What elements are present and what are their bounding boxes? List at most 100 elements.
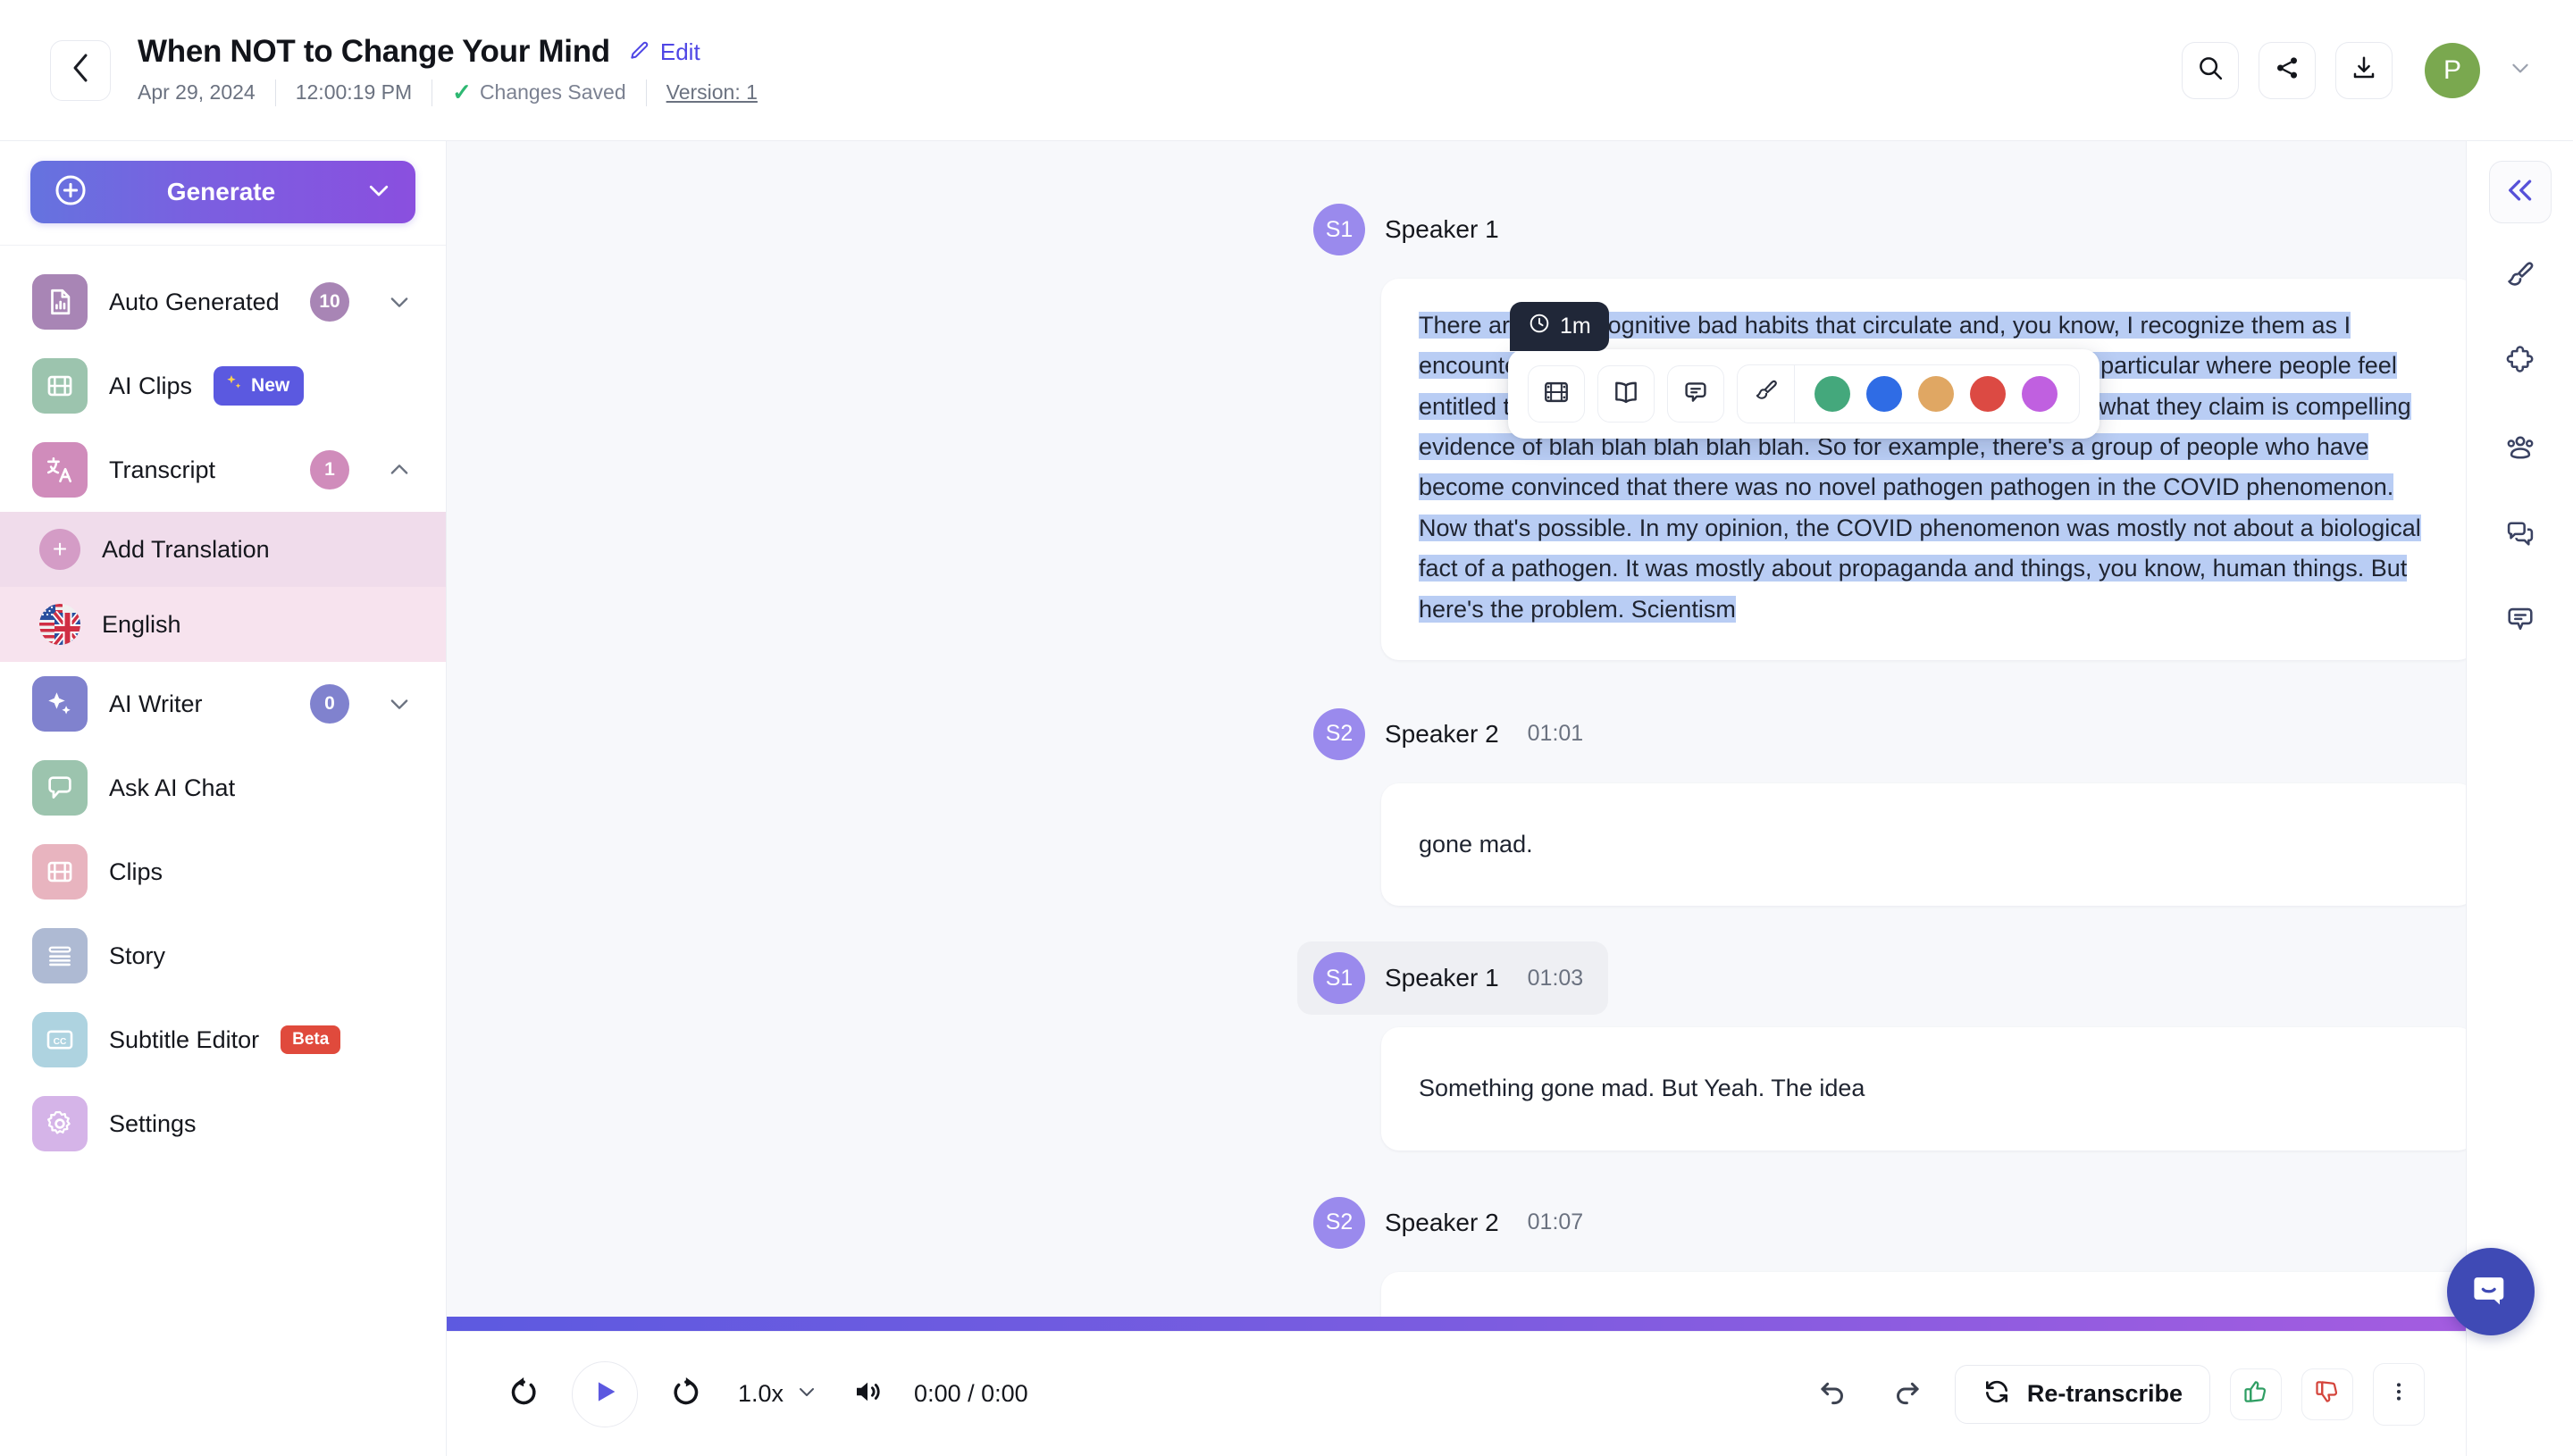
avatar[interactable]: P	[2425, 43, 2480, 98]
translate-icon	[32, 442, 88, 498]
sidebar-item-story[interactable]: Story	[0, 914, 446, 998]
gear-icon	[32, 1096, 88, 1151]
brush-button[interactable]	[1738, 365, 1795, 423]
pencil-icon	[628, 38, 651, 66]
sidebar-item-label: Transcript	[109, 456, 215, 484]
retranscribe-button[interactable]: Re-transcribe	[1955, 1365, 2210, 1424]
breadcrumb: Apr 29, 2024 12:00:19 PM ✓ Changes Saved…	[138, 79, 777, 106]
thumbs-down-button[interactable]	[2301, 1368, 2353, 1420]
brush-tool-button[interactable]	[2489, 247, 2552, 309]
integrations-button[interactable]	[2489, 332, 2552, 395]
speaker-row[interactable]: S1 Speaker 1 01:03	[1297, 941, 1608, 1015]
sidebar-item-label: Auto Generated	[109, 289, 280, 316]
sidebar-item-settings[interactable]: Settings	[0, 1082, 446, 1166]
new-badge-label: New	[251, 375, 289, 397]
comment-button[interactable]	[1667, 365, 1724, 423]
transcript-bubble[interactable]: Many things, perhaps. Many things. Many …	[1381, 1272, 2466, 1317]
sidebar-item-label: English	[102, 611, 181, 639]
volume-button[interactable]	[851, 1376, 884, 1412]
app-header: When NOT to Change Your Mind Edit Apr 29…	[0, 0, 2573, 141]
cc-icon: CC	[32, 1012, 88, 1067]
transcript-scroll[interactable]: S1 Speaker 1 There are some cognitive ba…	[447, 141, 2466, 1317]
sidebar-item-subtitle-editor[interactable]: CC Subtitle Editor Beta	[0, 998, 446, 1082]
transcript-bubble[interactable]: gone mad.	[1381, 783, 2466, 906]
chevron-down-icon[interactable]	[387, 691, 412, 716]
share-button[interactable]	[2259, 42, 2316, 99]
selection-toolbar: 1m	[1508, 302, 2099, 439]
refresh-icon	[1982, 1377, 2011, 1410]
sidebar-item-auto-generated[interactable]: Auto Generated 10	[0, 260, 446, 344]
playback-speed-select[interactable]: 1.0x	[738, 1380, 817, 1408]
download-button[interactable]	[2335, 42, 2393, 99]
transcript-turn: S2 Speaker 2 01:07 Many things, perhaps.…	[447, 1186, 2466, 1317]
highlight-purple[interactable]	[2022, 376, 2058, 412]
redo-button[interactable]	[1880, 1367, 1935, 1422]
clock-icon	[1528, 312, 1551, 341]
sidebar-item-ask-ai-chat[interactable]: Ask AI Chat	[0, 746, 446, 830]
dictionary-button[interactable]	[1597, 365, 1655, 423]
collapse-panel-button[interactable]	[2489, 161, 2552, 223]
version-link[interactable]: Version: 1	[647, 80, 777, 105]
speaker-timestamp: 01:03	[1528, 966, 1584, 992]
page-title: When NOT to Change Your Mind	[138, 34, 610, 70]
chats-button[interactable]	[2489, 504, 2552, 566]
undo-button[interactable]	[1805, 1367, 1860, 1422]
sidebar-nav: Auto Generated 10 AI Clips	[0, 246, 446, 1166]
edit-title-button[interactable]: Edit	[628, 38, 700, 66]
generate-button[interactable]: Generate	[30, 161, 415, 223]
highlight-blue[interactable]	[1866, 376, 1902, 412]
chats-icon	[2504, 517, 2536, 554]
chevron-down-icon	[365, 177, 392, 208]
rewind-button[interactable]	[497, 1367, 552, 1422]
progress-bar[interactable]	[447, 1317, 2466, 1331]
app-body: Generate Auto Generated 10	[0, 141, 2573, 1456]
chat-bubble-icon	[32, 760, 88, 816]
intercom-launcher[interactable]	[2447, 1248, 2535, 1335]
chevron-up-icon[interactable]	[387, 457, 412, 482]
speaker-name: Speaker 2	[1385, 720, 1499, 749]
intercom-chat-icon	[2468, 1267, 2514, 1318]
sidebar-item-label: Settings	[109, 1110, 197, 1138]
speaker-avatar: S2	[1313, 1197, 1365, 1249]
sidebar-item-transcript[interactable]: Transcript 1	[0, 428, 446, 512]
chevron-down-icon[interactable]	[387, 289, 412, 314]
sidebar-item-english[interactable]: English	[0, 587, 446, 662]
speaker-row[interactable]: S2 Speaker 2 01:01	[1297, 698, 1608, 771]
volume-icon	[851, 1376, 884, 1412]
film-icon	[32, 844, 88, 900]
flag-us-uk-icon	[39, 604, 80, 645]
comments-button[interactable]	[2489, 590, 2552, 652]
sparkle-icon	[223, 372, 245, 399]
highlight-red[interactable]	[1970, 376, 2006, 412]
speaker-avatar: S2	[1313, 708, 1365, 760]
badge-count: 10	[310, 282, 349, 322]
speaker-row[interactable]: S2 Speaker 2 01:07	[1297, 1186, 1608, 1259]
app-root: When NOT to Change Your Mind Edit Apr 29…	[0, 0, 2573, 1456]
sidebar: Generate Auto Generated 10	[0, 141, 447, 1456]
create-clip-button[interactable]	[1528, 365, 1585, 423]
sidebar-item-add-translation[interactable]: + Add Translation	[0, 512, 446, 587]
speakers-button[interactable]	[2489, 418, 2552, 481]
search-button[interactable]	[2182, 42, 2239, 99]
play-button[interactable]	[572, 1361, 638, 1427]
highlight-green[interactable]	[1815, 376, 1850, 412]
brush-icon	[1752, 378, 1781, 411]
sidebar-item-ai-writer[interactable]: AI Writer 0	[0, 662, 446, 746]
thumbs-up-button[interactable]	[2230, 1368, 2282, 1420]
speaker-timestamp: 01:01	[1528, 721, 1584, 747]
chevron-down-icon[interactable]	[2509, 56, 2532, 84]
speaker-name: Speaker 1	[1385, 215, 1499, 244]
sidebar-item-ai-clips[interactable]: AI Clips New	[0, 344, 446, 428]
more-options-button[interactable]	[2373, 1363, 2425, 1426]
meta-time: 12:00:19 PM	[276, 80, 432, 105]
transcript-text: Something gone mad. But Yeah. The idea	[1419, 1075, 1865, 1101]
back-button[interactable]	[50, 40, 111, 101]
format-toolbar	[1508, 349, 2099, 439]
highlight-orange[interactable]	[1918, 376, 1954, 412]
sidebar-item-label: Story	[109, 942, 165, 970]
document-chart-icon	[32, 274, 88, 330]
transcript-bubble[interactable]: Something gone mad. But Yeah. The idea	[1381, 1027, 2466, 1150]
speaker-row[interactable]: S1 Speaker 1	[1297, 193, 1553, 266]
forward-button[interactable]	[658, 1367, 713, 1422]
sidebar-item-clips[interactable]: Clips	[0, 830, 446, 914]
